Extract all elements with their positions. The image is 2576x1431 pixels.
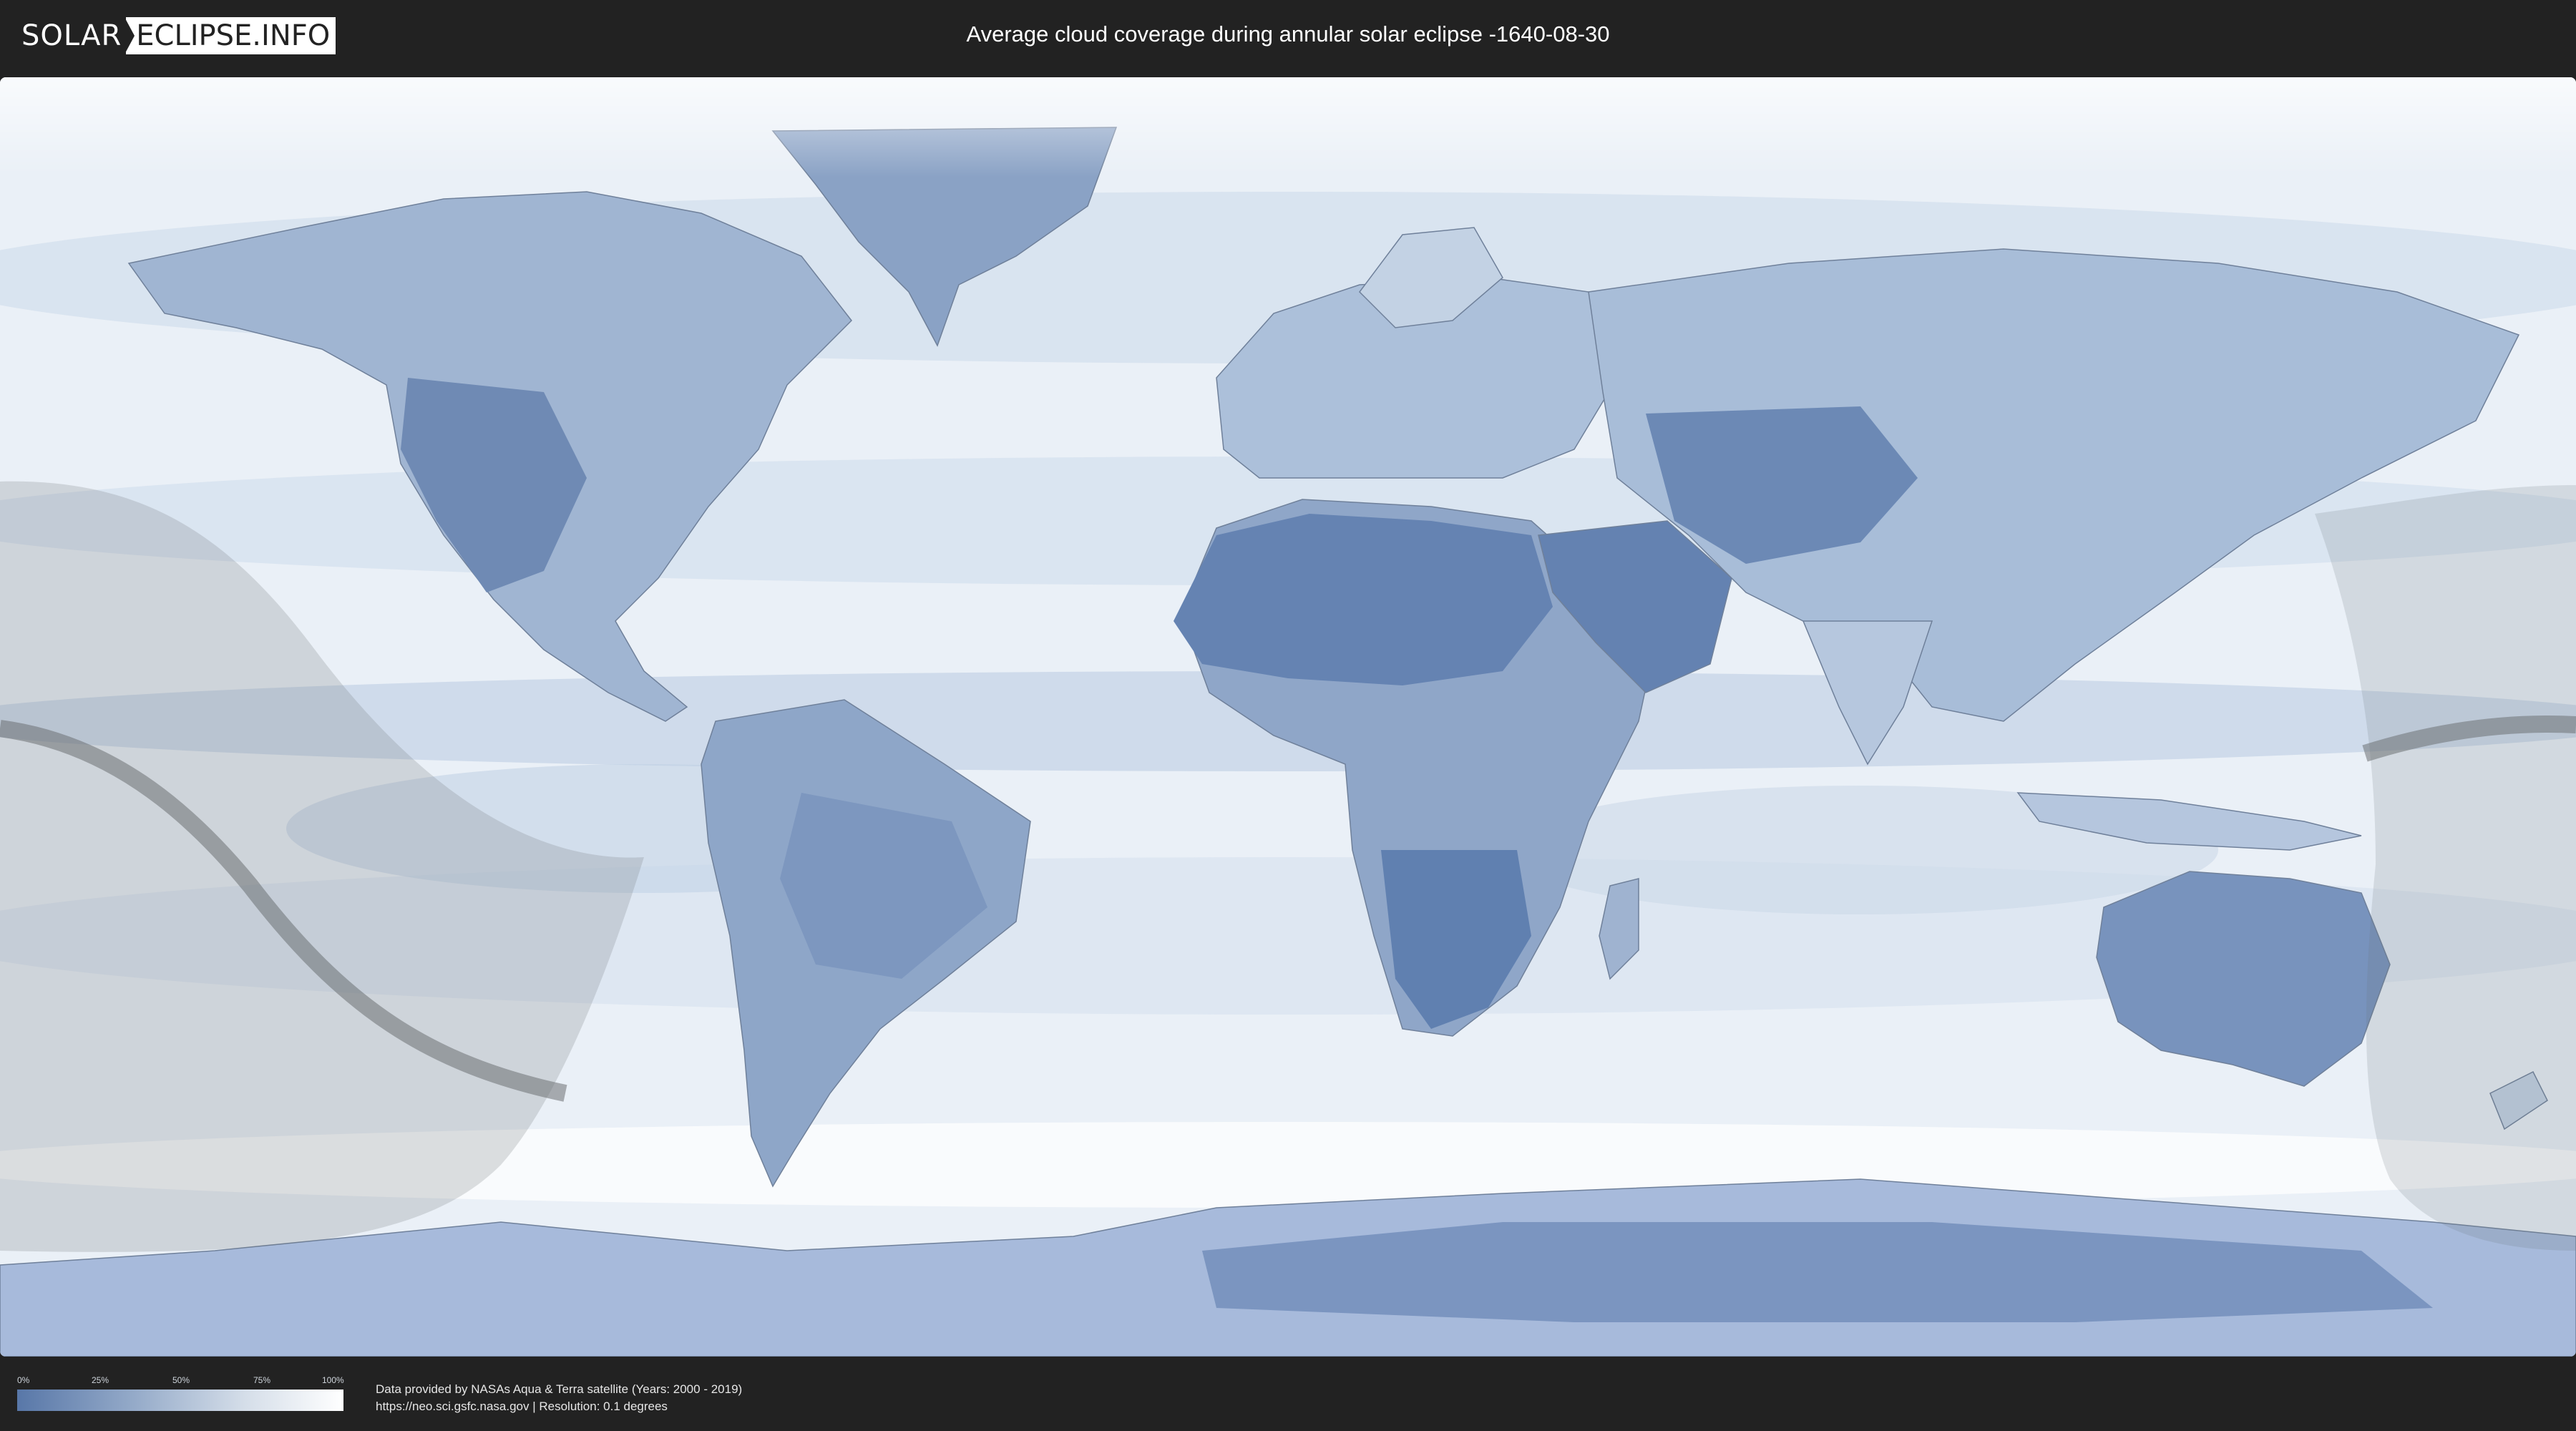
legend-tick-0: 0% [17, 1375, 30, 1385]
footer-bar: 0% 25% 50% 75% 100% Data provided by NAS… [0, 1359, 2576, 1431]
legend-tick-50: 50% [172, 1375, 190, 1385]
cloud-coverage-legend: 0% 25% 50% 75% 100% [17, 1375, 344, 1411]
sahara-clear [1174, 514, 1553, 685]
credit-line-source[interactable]: https://neo.sci.gsfc.nasa.gov | Resoluti… [376, 1398, 742, 1415]
legend-tick-25: 25% [92, 1375, 109, 1385]
legend-ticks: 0% 25% 50% 75% 100% [17, 1375, 344, 1388]
map-canvas [0, 77, 2576, 1357]
cloud-coverage-map[interactable] [0, 77, 2576, 1357]
legend-tick-100: 100% [322, 1375, 344, 1385]
legend-gradient-bar [17, 1390, 343, 1411]
header-bar: SOLAR ECLIPSE.INFO Average cloud coverag… [0, 0, 2576, 72]
arctic-haze [0, 77, 2576, 177]
legend-tick-75: 75% [253, 1375, 271, 1385]
credit-line-satellite: Data provided by NASAs Aqua & Terra sate… [376, 1382, 743, 1396]
page-title: Average cloud coverage during annular so… [966, 21, 1610, 47]
data-credits: Data provided by NASAs Aqua & Terra sate… [376, 1381, 742, 1415]
